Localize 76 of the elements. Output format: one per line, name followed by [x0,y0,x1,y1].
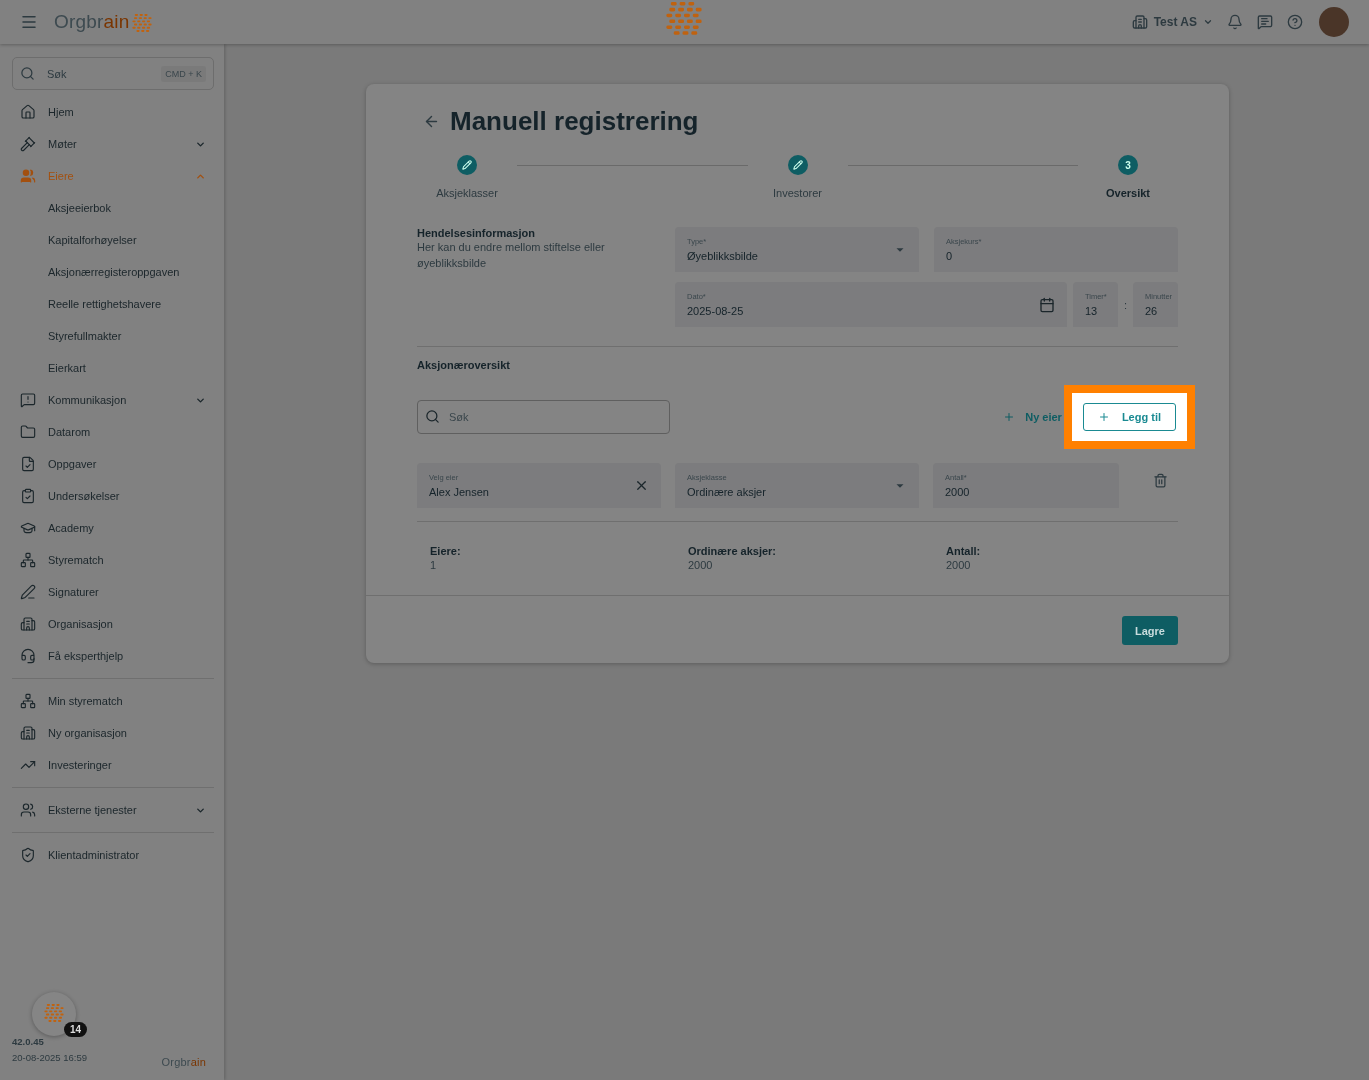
new-owner-button[interactable]: Ny eier [1003,411,1062,423]
sidebar-subitem[interactable]: Reelle rettighetshavere [12,288,214,320]
summary-label: Antall: [946,545,982,557]
people-icon [20,168,36,184]
home-icon [20,104,36,120]
sidebar-item[interactable]: Ny organisasjon [12,717,214,749]
sidebar-item[interactable]: Eksterne tjenester [12,794,214,826]
add-button[interactable]: Legg til [1082,403,1176,431]
count-badge: 14 [64,1022,88,1037]
graduation-cap-icon [20,520,36,536]
sidebar-subitem[interactable]: Styrefullmakter [12,320,214,352]
sidebar-item[interactable]: Klientadministrator [12,839,214,871]
building-icon [1131,14,1148,30]
building-icon [20,616,36,632]
brain-logo-icon [129,13,154,33]
sidebar-item[interactable]: Møter [12,128,214,160]
organization-selector[interactable]: Test AS [1131,14,1213,30]
version-text: 42.0.45 [12,1036,44,1047]
clear-icon[interactable] [634,478,649,493]
step-label[interactable]: Aksjeklasser [436,187,498,199]
search-placeholder: Søk [47,67,67,80]
people-icon [20,802,36,818]
summary-value: 2000 [688,559,714,571]
sidebar-subitem[interactable]: Kapitalforhøyelser [12,224,214,256]
clipboard-check-icon [20,488,36,504]
sidebar-item[interactable]: Styrematch [12,544,214,576]
notifications-icon[interactable] [1227,14,1243,30]
brain-logo-icon [42,1004,66,1024]
shield-icon [20,847,36,863]
summary-value: 1 [430,559,438,571]
menu-icon[interactable] [20,13,38,31]
caret-down-icon [1203,17,1213,27]
help-icon[interactable] [1287,14,1303,30]
sidebar-item[interactable]: Undersøkelser [12,480,214,512]
sidebar-item[interactable]: Oppgaver [12,448,214,480]
step-label[interactable]: Oversikt [1106,187,1150,199]
section-heading: Aksjonæroversikt [417,359,511,371]
step-label[interactable]: Investorer [773,187,822,199]
step-number: 3 [1118,155,1138,175]
chat-icon[interactable] [1257,14,1273,30]
sidebar-item[interactable]: Min styrematch [12,685,214,717]
search-field[interactable]: Søk [417,400,670,434]
calendar-icon[interactable] [1038,296,1055,313]
app-logo: Orgbrain [54,11,130,33]
sidebar-subitem[interactable]: Eierkart [12,352,214,384]
folder-icon [20,424,36,440]
sidebar-item[interactable]: Investeringer [12,749,214,781]
sidebar-subitem[interactable]: Aksjonærregisteroppgaven [12,256,214,288]
search-icon [425,409,440,424]
message-alert-icon [20,392,36,408]
search-icon [20,66,35,81]
document-check-icon [20,456,36,472]
sidebar-item[interactable]: Få eksperthjelp [12,640,214,672]
gavel-icon [20,136,36,152]
sidebar-item[interactable]: Hjem [12,96,214,128]
time-separator: : [1123,298,1127,311]
sidebar-item[interactable]: Kommunikasjon [12,384,214,416]
pen-icon [20,584,36,600]
save-button[interactable]: Lagre [1122,616,1178,645]
summary-label: Eiere: [430,545,462,557]
sidebar-item[interactable]: Datarom [12,416,214,448]
delete-icon[interactable] [1153,473,1168,488]
page-title: Manuell registrering [450,106,699,137]
sidebar-item[interactable]: Signaturer [12,576,214,608]
sidebar-subitem[interactable]: Aksjeeierbok [12,192,214,224]
section-heading: Hendelsesinformasjon [417,227,536,239]
sidebar-item[interactable]: Academy [12,512,214,544]
plus-icon [1003,411,1016,423]
footer-logo: Orgbrain [161,1056,206,1068]
summary-label: Ordinære aksjer: [688,545,778,557]
summary-value: 2000 [946,559,972,571]
avatar[interactable] [1319,7,1349,37]
sidebar-item[interactable]: Organisasjon [12,608,214,640]
section-description: Her kan du endre mellom stiftelse eller øyeblikksbilde [417,240,606,271]
build-date: 20-08-2025 16:59 [12,1052,87,1063]
plus-icon [1097,411,1110,423]
